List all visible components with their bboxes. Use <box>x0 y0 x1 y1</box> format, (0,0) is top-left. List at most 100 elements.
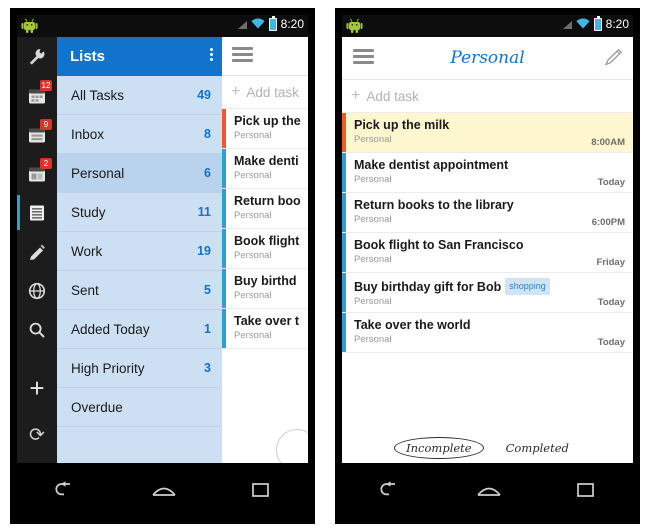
rail-item-wrench[interactable] <box>17 37 57 76</box>
task-row[interactable]: Book flight to San Francisco Personal Fr… <box>342 233 633 273</box>
task-row[interactable]: Buy birthd Personal <box>222 269 308 309</box>
add-task-row[interactable]: + Add task <box>222 76 308 109</box>
list-count: 19 <box>197 244 211 258</box>
status-bar-right: 8:20 <box>342 15 633 37</box>
task-due: Today <box>597 337 625 348</box>
add-task-label: Add task <box>366 88 419 104</box>
sync-icon[interactable]: ⟳ <box>17 426 57 445</box>
pencil-icon[interactable] <box>604 48 623 72</box>
status-clock: 8:20 <box>605 17 629 31</box>
task-row[interactable]: Book flight Personal <box>222 229 308 269</box>
recents-icon[interactable] <box>574 480 598 500</box>
priority-bar <box>342 273 346 312</box>
rail-item-calendar-2[interactable]: 9 <box>17 115 57 154</box>
task-row[interactable]: Take over the world Personal Today <box>342 313 633 353</box>
app-body-left: 12 9 2 + ⟳ Lists All Tasks 49 Inbox 8 Pe… <box>17 37 308 463</box>
task-row[interactable]: Make denti Personal <box>222 149 308 189</box>
priority-bar <box>342 313 346 352</box>
icon-rail: 12 9 2 + ⟳ <box>17 37 57 463</box>
sidebar-item-overdue[interactable]: Overdue <box>57 388 222 427</box>
list-header: Personal <box>342 37 633 80</box>
android-navbar-left <box>17 463 308 517</box>
list-count: 8 <box>204 127 211 141</box>
rail-badge: 9 <box>40 119 52 130</box>
home-icon[interactable] <box>475 480 503 500</box>
task-row[interactable]: Return boo Personal <box>222 189 308 229</box>
rail-item-notes[interactable] <box>17 232 57 271</box>
tasks-icon <box>30 205 44 220</box>
rail-item-globe[interactable] <box>17 271 57 310</box>
add-task-row[interactable]: + Add task <box>342 80 633 113</box>
task-title: Pick up the milk <box>354 118 450 132</box>
status-badge: shopping <box>505 278 550 295</box>
list-label: All Tasks <box>71 87 125 103</box>
priority-bar <box>342 153 346 192</box>
task-row[interactable]: Make dentist appointment Personal Today <box>342 153 633 193</box>
rail-item-search[interactable] <box>17 310 57 349</box>
rail-item-calendar-3[interactable]: 2 <box>17 154 57 193</box>
priority-bar <box>342 113 346 152</box>
fab-partial[interactable] <box>276 429 308 463</box>
task-title: Make denti <box>234 154 299 168</box>
search-icon <box>29 322 45 338</box>
task-list-name: Personal <box>234 250 272 261</box>
list-count: 3 <box>204 361 211 375</box>
phone-left: 8:20 12 9 2 + ⟳ Lists All Tasks 49 Inbox… <box>10 8 315 524</box>
sidebar-item-inbox[interactable]: Inbox 8 <box>57 115 222 154</box>
page-title: Personal <box>450 48 525 68</box>
home-icon[interactable] <box>150 480 178 500</box>
priority-bar <box>222 309 226 348</box>
add-task-label: Add task <box>246 84 299 100</box>
hamburger-icon[interactable] <box>232 47 253 65</box>
task-list-name: Personal <box>234 290 272 301</box>
priority-bar <box>222 189 226 228</box>
task-row[interactable]: Return books to the library Personal 6:0… <box>342 193 633 233</box>
task-due: Today <box>597 297 625 308</box>
sidebar-item-high-priority[interactable]: High Priority 3 <box>57 349 222 388</box>
sidebar-item-personal[interactable]: Personal 6 <box>57 154 222 193</box>
tab-completed[interactable]: Completed <box>502 439 573 457</box>
signal-icon <box>562 21 572 29</box>
tab-incomplete[interactable]: Incomplete <box>394 437 484 459</box>
task-list-name: Personal <box>354 174 392 185</box>
priority-bar <box>342 233 346 272</box>
list-count: 6 <box>204 166 211 180</box>
back-icon[interactable] <box>378 480 404 500</box>
add-button[interactable]: + <box>17 375 57 401</box>
list-label: Work <box>71 243 103 259</box>
task-title: Make dentist appointment <box>354 158 509 172</box>
sidebar-item-work[interactable]: Work 19 <box>57 232 222 271</box>
task-title: Book flight to San Francisco <box>354 238 524 252</box>
task-title: Take over the world <box>354 318 471 332</box>
task-due: Friday <box>596 257 625 268</box>
task-due: 8:00AM <box>591 137 625 148</box>
task-title: Buy birthday gift for Bob <box>354 280 502 294</box>
plus-icon: + <box>231 83 241 100</box>
list-label: Added Today <box>71 321 150 337</box>
task-due: Today <box>597 177 625 188</box>
priority-bar <box>222 269 226 308</box>
recents-icon[interactable] <box>249 480 273 500</box>
filter-tabs: Incomplete Completed <box>342 437 633 459</box>
task-row[interactable]: Pick up the Personal <box>222 109 308 149</box>
rail-item-calendar-1[interactable]: 12 <box>17 76 57 115</box>
task-row[interactable]: Take over t Personal <box>222 309 308 349</box>
rail-item-tasks[interactable] <box>17 193 57 232</box>
back-icon[interactable] <box>53 480 79 500</box>
task-title: Pick up the <box>234 114 301 128</box>
plus-icon: + <box>351 87 361 104</box>
sidebar-item-sent[interactable]: Sent 5 <box>57 271 222 310</box>
sidebar-item-added-today[interactable]: Added Today 1 <box>57 310 222 349</box>
notes-icon <box>30 244 45 260</box>
task-list-name: Personal <box>354 134 392 145</box>
list-label: Personal <box>71 165 125 181</box>
status-icons-right: 8:20 <box>562 15 629 31</box>
sidebar-item-all-tasks[interactable]: All Tasks 49 <box>57 76 222 115</box>
peek-header <box>222 37 308 76</box>
wifi-icon <box>251 17 265 31</box>
task-row[interactable]: Pick up the milk Personal 8:00AM <box>342 113 633 153</box>
task-row[interactable]: Buy birthday gift for Bob shopping Person… <box>342 273 633 313</box>
sidebar-item-study[interactable]: Study 11 <box>57 193 222 232</box>
priority-bar <box>342 193 346 232</box>
overflow-menu-icon[interactable] <box>210 48 213 63</box>
